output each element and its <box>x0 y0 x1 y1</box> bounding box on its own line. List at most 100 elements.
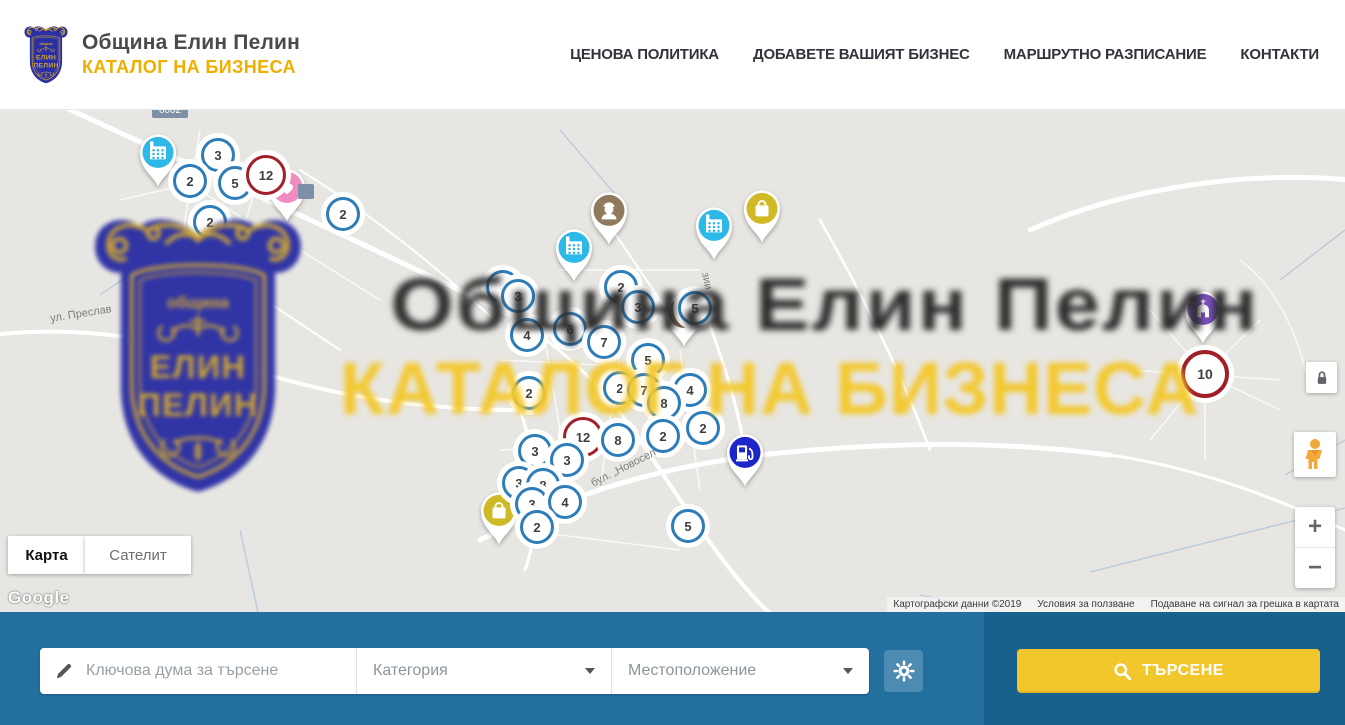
map-cluster-marker[interactable]: 8 <box>601 423 635 457</box>
keyword-search-input[interactable] <box>86 662 356 680</box>
attribution-report-link[interactable]: Подаване на сигнал за грешка в картата <box>1151 599 1339 610</box>
location-dropdown[interactable]: Местоположение <box>611 648 869 694</box>
top-header: Община Елин Пелин КАТАЛОГ НА БИЗНЕСА ЦЕН… <box>0 0 1345 110</box>
cluster-count: 12 <box>259 168 273 183</box>
map-cluster-marker[interactable]: 3 <box>621 290 655 324</box>
map-cluster-marker[interactable]: 5 <box>631 343 665 377</box>
lock-button[interactable] <box>1306 362 1337 393</box>
category-dropdown[interactable]: Категория <box>356 648 611 694</box>
map-cluster-marker[interactable]: 5 <box>671 509 705 543</box>
cluster-count: 12 <box>576 430 590 445</box>
cluster-count: 5 <box>691 301 698 316</box>
chevron-down-icon <box>585 668 595 674</box>
attribution-terms-link[interactable]: Условия за ползване <box>1037 599 1134 610</box>
cluster-count: 2 <box>206 215 213 230</box>
cluster-count: 10 <box>1197 366 1213 382</box>
lock-icon <box>1312 368 1332 388</box>
map-cluster-marker[interactable]: 4 <box>510 318 544 352</box>
map-cluster-marker[interactable]: 7 <box>587 325 621 359</box>
cluster-count: 2 <box>525 386 532 401</box>
zoom-in-button[interactable]: + <box>1295 507 1335 548</box>
site-title: Община Елин Пелин <box>82 31 300 55</box>
map-cluster-marker[interactable]: 2 <box>326 197 360 231</box>
attribution-copyright: Картографски данни ©2019 <box>893 599 1021 610</box>
pencil-icon <box>54 661 74 681</box>
map-cluster-marker[interactable]: 2 <box>193 205 227 239</box>
cluster-count: 3 <box>514 289 521 304</box>
category-dropdown-label: Категория <box>373 662 448 680</box>
cluster-count: 5 <box>684 519 691 534</box>
zoom-out-button[interactable]: − <box>1295 548 1335 588</box>
map-type-control: Карта Сателит <box>8 536 191 574</box>
cluster-count: 7 <box>600 335 607 350</box>
map-cluster-marker[interactable]: 2 <box>520 510 554 544</box>
cluster-count: 5 <box>644 353 651 368</box>
main-nav: ЦЕНОВА ПОЛИТИКА ДОБАВЕТЕ ВАШИЯТ БИЗНЕС М… <box>570 46 1319 63</box>
map-cluster-marker[interactable]: 6 <box>553 312 587 346</box>
zoom-control: + − <box>1295 507 1335 588</box>
map-cluster-marker[interactable]: 8 <box>647 386 681 420</box>
map-attribution: Картографски данни ©2019 Условия за полз… <box>887 597 1345 612</box>
nav-item-add-business[interactable]: ДОБАВЕТЕ ВАШИЯТ БИЗНЕС <box>753 46 970 63</box>
cluster-count: 6 <box>566 322 573 337</box>
map-cluster-marker[interactable]: 5 <box>678 291 712 325</box>
map-type-satellite-button[interactable]: Сателит <box>85 536 191 574</box>
site-subtitle: КАТАЛОГ НА БИЗНЕСА <box>82 57 300 78</box>
search-bar: Категория Местоположение <box>0 612 1345 725</box>
map-cluster-marker[interactable]: 3 <box>518 434 552 468</box>
map-cluster-marker[interactable]: 2 <box>512 376 546 410</box>
cluster-count: 2 <box>533 520 540 535</box>
search-button-label: ТЪРСЕНЕ <box>1142 662 1224 680</box>
map-cluster-marker[interactable]: 2 <box>173 164 207 198</box>
nav-item-contacts[interactable]: КОНТАКТИ <box>1240 46 1319 63</box>
cluster-count: 4 <box>561 495 568 510</box>
cluster-count: 2 <box>617 280 624 295</box>
map-cluster-marker[interactable]: 4 <box>548 485 582 519</box>
cluster-count: 4 <box>686 383 693 398</box>
cluster-count: 8 <box>660 396 667 411</box>
map-pin-fuel[interactable] <box>723 432 767 493</box>
search-fields-group: Категория Местоположение <box>40 648 869 694</box>
map-type-map-button[interactable]: Карта <box>8 536 85 574</box>
map-pin-bag[interactable] <box>740 188 784 249</box>
cluster-count: 2 <box>339 207 346 222</box>
cluster-count: 2 <box>616 381 623 396</box>
map-pin-factory[interactable] <box>552 227 596 288</box>
map-cluster-marker[interactable]: 3 <box>501 279 535 313</box>
cluster-count: 8 <box>614 433 621 448</box>
nav-item-route-schedule[interactable]: МАРШРУТНО РАЗПИСАНИЕ <box>1004 46 1207 63</box>
search-icon <box>1113 662 1132 681</box>
nav-item-pricing[interactable]: ЦЕНОВА ПОЛИТИКА <box>570 46 719 63</box>
advanced-settings-button[interactable] <box>884 650 923 692</box>
map-pin-church[interactable] <box>1181 289 1225 350</box>
cluster-count: 3 <box>214 148 221 163</box>
map-cluster-marker[interactable]: 10 <box>1181 350 1229 398</box>
location-dropdown-label: Местоположение <box>628 662 756 680</box>
chevron-down-icon <box>843 668 853 674</box>
cluster-count: 2 <box>659 429 666 444</box>
cluster-count: 2 <box>186 174 193 189</box>
street-view-pegman-button[interactable] <box>1294 432 1336 477</box>
cluster-count: 5 <box>231 176 238 191</box>
cluster-count: 4 <box>523 328 530 343</box>
map-cluster-marker[interactable]: 12 <box>246 155 286 195</box>
gear-icon <box>893 660 915 682</box>
cluster-count: 3 <box>563 453 570 468</box>
road-number-badge: 6002 <box>152 110 188 118</box>
cluster-count: 3 <box>634 300 641 315</box>
map-cluster-marker[interactable]: 3 <box>550 443 584 477</box>
keyword-field-section <box>40 648 356 694</box>
search-button[interactable]: ТЪРСЕНЕ <box>1017 649 1320 693</box>
cluster-count: 3 <box>515 476 522 491</box>
municipality-crest-icon <box>22 25 70 85</box>
site-logo[interactable]: Община Елин Пелин КАТАЛОГ НА БИЗНЕСА <box>22 25 300 85</box>
cluster-count: 2 <box>699 421 706 436</box>
google-logo[interactable]: Google <box>8 588 70 608</box>
road-number-badge <box>298 184 314 199</box>
pegman-icon <box>1302 438 1328 472</box>
cluster-count: 3 <box>531 444 538 459</box>
map-canvas[interactable]: 325122222335647527428221283338342510ул. … <box>0 110 1345 612</box>
map-pin-factory[interactable] <box>692 205 736 266</box>
cluster-count: 7 <box>640 383 647 398</box>
map-cluster-marker[interactable]: 2 <box>686 411 720 445</box>
